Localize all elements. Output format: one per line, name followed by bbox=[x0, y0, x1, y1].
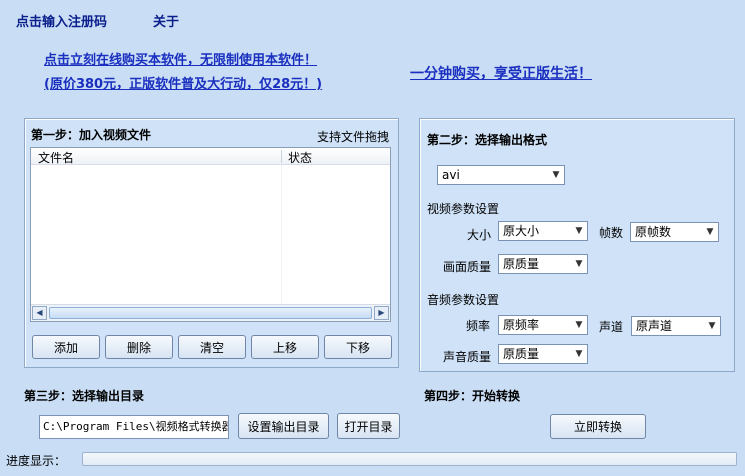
frequency-value: 原频率 bbox=[503, 318, 540, 332]
column-status[interactable]: 状态 bbox=[288, 149, 312, 166]
size-value: 原大小 bbox=[503, 224, 540, 238]
price-promo-link[interactable]: (原价380元，正版软件普及大行动，仅28元！) bbox=[44, 73, 322, 92]
scroll-left-icon[interactable]: ◀ bbox=[32, 306, 47, 320]
fps-select[interactable]: 原帧数 ▼ bbox=[630, 222, 719, 242]
step2-title: 第二步：选择输出格式 bbox=[427, 133, 548, 147]
convert-now-button[interactable]: 立即转换 bbox=[550, 414, 646, 439]
quality-label: 画面质量 bbox=[443, 260, 492, 274]
chevron-down-icon[interactable]: ▼ bbox=[702, 223, 718, 241]
register-code-link[interactable]: 点击输入注册码 bbox=[16, 11, 107, 30]
progress-bar bbox=[82, 452, 737, 466]
progress-label: 进度显示： bbox=[6, 454, 67, 468]
format-select[interactable]: avi ▼ bbox=[437, 165, 565, 185]
size-label: 大小 bbox=[467, 228, 492, 242]
step3-title: 第三步：选择输出目录 bbox=[24, 389, 145, 403]
sound-quality-value: 原质量 bbox=[503, 347, 540, 361]
quality-select[interactable]: 原质量 ▼ bbox=[498, 254, 588, 274]
chevron-down-icon[interactable]: ▼ bbox=[571, 222, 587, 240]
column-filename[interactable]: 文件名 bbox=[38, 149, 74, 166]
channel-label: 声道 bbox=[599, 320, 624, 334]
fps-label: 帧数 bbox=[599, 226, 624, 240]
about-link[interactable]: 关于 bbox=[153, 11, 179, 30]
video-section-label: 视频参数设置 bbox=[427, 202, 500, 216]
open-dir-button[interactable]: 打开目录 bbox=[337, 413, 400, 439]
file-list[interactable]: 文件名 状态 ◀ ▶ bbox=[30, 147, 391, 322]
clear-button[interactable]: 清空 bbox=[178, 335, 246, 359]
sound-quality-label: 声音质量 bbox=[443, 350, 492, 364]
chevron-down-icon[interactable]: ▼ bbox=[548, 166, 564, 184]
move-down-button[interactable]: 下移 bbox=[324, 335, 392, 359]
step1-title: 第一步：加入视频文件 bbox=[31, 128, 152, 142]
audio-section-label: 音频参数设置 bbox=[427, 293, 500, 307]
list-header: 文件名 状态 bbox=[31, 148, 390, 165]
frequency-label: 频率 bbox=[466, 319, 491, 333]
format-value: avi bbox=[442, 168, 460, 182]
set-output-dir-button[interactable]: 设置输出目录 bbox=[238, 413, 329, 439]
column-divider[interactable] bbox=[281, 150, 282, 163]
sound-quality-select[interactable]: 原质量 ▼ bbox=[498, 344, 588, 364]
chevron-down-icon[interactable]: ▼ bbox=[571, 345, 587, 363]
drag-hint: 支持文件拖拽 bbox=[317, 130, 390, 144]
chevron-down-icon[interactable]: ▼ bbox=[704, 317, 720, 335]
channel-select[interactable]: 原声道 ▼ bbox=[631, 316, 721, 336]
step4-title: 第四步：开始转换 bbox=[424, 389, 521, 403]
channel-value: 原声道 bbox=[636, 319, 673, 333]
delete-button[interactable]: 删除 bbox=[105, 335, 173, 359]
fps-value: 原帧数 bbox=[635, 225, 672, 239]
chevron-down-icon[interactable]: ▼ bbox=[571, 316, 587, 334]
move-up-button[interactable]: 上移 bbox=[251, 335, 319, 359]
scroll-thumb[interactable] bbox=[49, 307, 372, 319]
quality-value: 原质量 bbox=[503, 257, 540, 271]
column-gridline bbox=[281, 165, 282, 304]
slogan-link[interactable]: 一分钟购买，享受正版生活！ bbox=[410, 63, 592, 83]
horizontal-scrollbar[interactable]: ◀ ▶ bbox=[31, 304, 390, 321]
scroll-right-icon[interactable]: ▶ bbox=[374, 306, 389, 320]
buy-online-link[interactable]: 点击立刻在线购买本软件，无限制使用本软件！ bbox=[44, 49, 317, 68]
chevron-down-icon[interactable]: ▼ bbox=[571, 255, 587, 273]
size-select[interactable]: 原大小 ▼ bbox=[498, 221, 588, 241]
add-button[interactable]: 添加 bbox=[32, 335, 100, 359]
frequency-select[interactable]: 原频率 ▼ bbox=[498, 315, 588, 335]
output-path-field[interactable]: C:\Program Files\视频格式转换器 bbox=[39, 415, 229, 439]
